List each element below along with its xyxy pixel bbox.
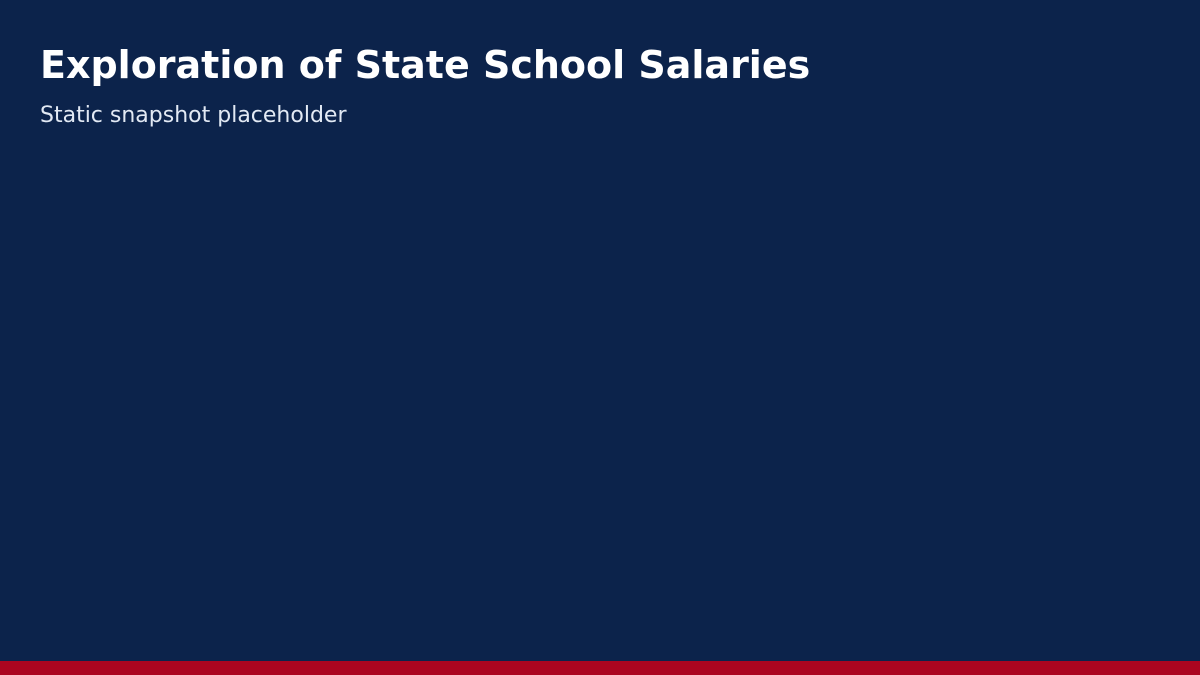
page-title: Exploration of State School Salaries xyxy=(40,43,811,87)
page-subtitle: Static snapshot placeholder xyxy=(40,103,347,128)
snapshot-page: Exploration of State School Salaries Sta… xyxy=(0,0,1200,675)
bottom-accent-bar xyxy=(0,661,1200,675)
